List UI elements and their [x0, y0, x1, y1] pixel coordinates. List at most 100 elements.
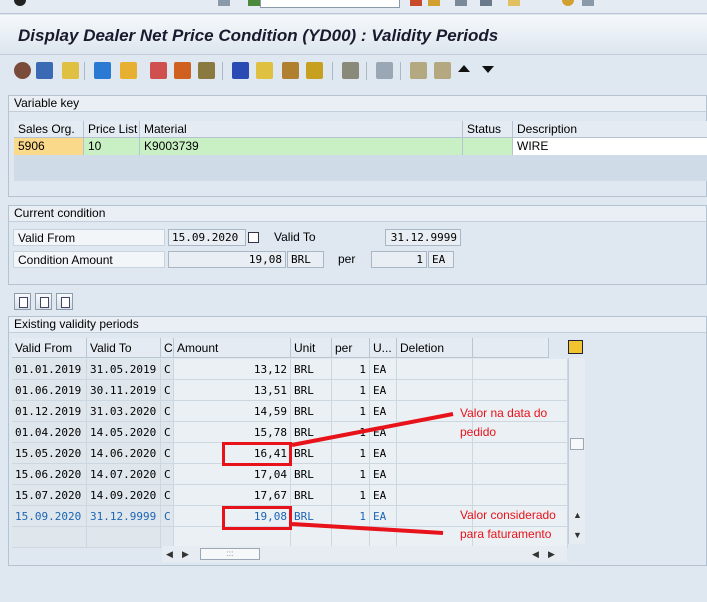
help-icon[interactable] — [562, 0, 574, 6]
highlight-box-billing-value — [222, 506, 292, 530]
first-page-icon[interactable] — [410, 62, 427, 79]
percent-icon[interactable] — [306, 62, 323, 79]
horizontal-scrollbar[interactable]: ◀ ▶ ::: ◀ ▶ — [162, 546, 567, 562]
copy-row-button[interactable] — [56, 293, 73, 310]
condition-amount-field[interactable]: 19,08 — [168, 251, 286, 268]
empty-cell — [332, 527, 370, 548]
blank-cell — [473, 485, 568, 506]
enter-icon[interactable] — [14, 0, 26, 6]
find-icon[interactable] — [480, 0, 492, 6]
variable-key-group: Variable key Sales Org. Price List Mater… — [8, 95, 707, 197]
previous-icon[interactable] — [458, 65, 470, 72]
per-cell: 1 — [332, 359, 370, 380]
deletion-cell — [397, 464, 473, 485]
list-icon[interactable] — [256, 62, 273, 79]
amount-cell: 13,51 — [174, 380, 291, 401]
scroll-right-icon[interactable]: ▶ — [182, 549, 189, 560]
info-icon[interactable] — [232, 62, 249, 79]
annotation-note-billing: Valor considerado para faturamento — [460, 506, 556, 544]
insert-row-button[interactable] — [14, 293, 31, 310]
calc-type-cell: C — [161, 443, 174, 464]
unit-cell: BRL — [291, 401, 332, 422]
table-row[interactable]: 15.07.2020 14.09.2020 C 17,67 BRL 1 EA — [12, 485, 568, 506]
back-icon[interactable] — [248, 0, 260, 6]
header-calc-type[interactable]: C — [161, 338, 174, 358]
copy-icon[interactable] — [376, 62, 393, 79]
arrow-right-icon[interactable] — [120, 62, 137, 79]
per-cell: 1 — [332, 401, 370, 422]
scroll-up-icon[interactable]: ▲ — [573, 510, 582, 520]
table-icon[interactable] — [150, 62, 167, 79]
deletion-cell — [397, 485, 473, 506]
table-row[interactable]: 01.01.2019 31.05.2019 C 13,12 BRL 1 EA — [12, 359, 568, 380]
toolbar-separator — [400, 62, 401, 80]
exit-icon[interactable] — [410, 0, 422, 6]
scroll-thumb[interactable] — [570, 438, 584, 450]
last-page-icon[interactable] — [434, 62, 451, 79]
new-session-icon[interactable] — [508, 0, 520, 6]
valid-to-cell: 14.07.2020 — [87, 464, 161, 485]
per-field[interactable]: 1 — [371, 251, 427, 268]
header-blank — [473, 338, 549, 358]
display-icon[interactable] — [14, 62, 31, 79]
scroll-left-icon[interactable]: ◀ — [532, 549, 539, 560]
toolbar-separator — [366, 62, 367, 80]
valid-to-field[interactable]: 31.12.9999 — [385, 229, 461, 246]
delete-row-button[interactable] — [35, 293, 52, 310]
header-uom[interactable]: U... — [370, 338, 397, 358]
calc-type-cell: C — [161, 359, 174, 380]
zoom-icon[interactable] — [36, 62, 53, 79]
valid-from-cell: 01.04.2020 — [12, 422, 87, 443]
valid-from-cell: 01.01.2019 — [12, 359, 87, 380]
print-icon[interactable] — [455, 0, 467, 6]
save-icon[interactable] — [218, 0, 230, 6]
pricing-icon[interactable] — [94, 62, 111, 79]
command-field[interactable] — [260, 0, 400, 8]
note-line: para faturamento — [460, 527, 552, 541]
variable-key-title: Variable key — [9, 96, 706, 112]
note-line: Valor considerado — [460, 508, 556, 522]
user-icon[interactable] — [342, 62, 359, 79]
scroll-down-icon[interactable]: ▼ — [573, 530, 582, 540]
column-settings-icon[interactable] — [568, 340, 583, 354]
header-sales-org: Sales Org. — [14, 121, 84, 138]
valid-from-cell: 01.12.2019 — [12, 401, 87, 422]
status-value — [463, 138, 513, 155]
scroll-left-icon[interactable]: ◀ — [166, 549, 173, 560]
per-label: per — [338, 252, 356, 266]
key-icon[interactable] — [282, 62, 299, 79]
header-deletion[interactable]: Deletion — [397, 338, 473, 358]
gift-icon[interactable] — [174, 62, 191, 79]
unit-field[interactable]: EA — [428, 251, 454, 268]
amount-cell: 13,12 — [174, 359, 291, 380]
detail-icon[interactable] — [62, 62, 79, 79]
edit-icon[interactable] — [198, 62, 215, 79]
empty-cell — [87, 527, 161, 548]
valid-from-field[interactable]: 15.09.2020 — [168, 229, 246, 246]
next-icon[interactable] — [482, 66, 494, 73]
per-cell: 1 — [332, 485, 370, 506]
header-amount[interactable]: Amount — [174, 338, 291, 358]
cancel-icon[interactable] — [428, 0, 440, 6]
unit-cell: BRL — [291, 443, 332, 464]
valid-from-label: Valid From — [13, 229, 165, 246]
note-line: Valor na data do — [460, 406, 548, 420]
layout-icon[interactable] — [582, 0, 594, 6]
blank-cell — [473, 443, 568, 464]
currency-field[interactable]: BRL — [287, 251, 324, 268]
table-row[interactable]: 01.06.2019 30.11.2019 C 13,51 BRL 1 EA — [12, 380, 568, 401]
header-valid-to[interactable]: Valid To — [87, 338, 161, 358]
vertical-scrollbar[interactable]: ▲ ▼ — [568, 358, 585, 544]
deletion-cell — [397, 380, 473, 401]
scroll-right-icon[interactable]: ▶ — [548, 549, 555, 560]
empty-cell — [12, 527, 87, 548]
calendar-icon[interactable] — [248, 232, 259, 243]
scroll-thumb[interactable]: ::: — [200, 548, 260, 560]
table-row[interactable]: 15.06.2020 14.07.2020 C 17,04 BRL 1 EA — [12, 464, 568, 485]
valid-to-cell: 30.11.2019 — [87, 380, 161, 401]
header-per[interactable]: per — [332, 338, 370, 358]
header-valid-from[interactable]: Valid From — [12, 338, 87, 358]
header-unit[interactable]: Unit — [291, 338, 332, 358]
calc-type-cell: C — [161, 485, 174, 506]
unit-cell: BRL — [291, 359, 332, 380]
